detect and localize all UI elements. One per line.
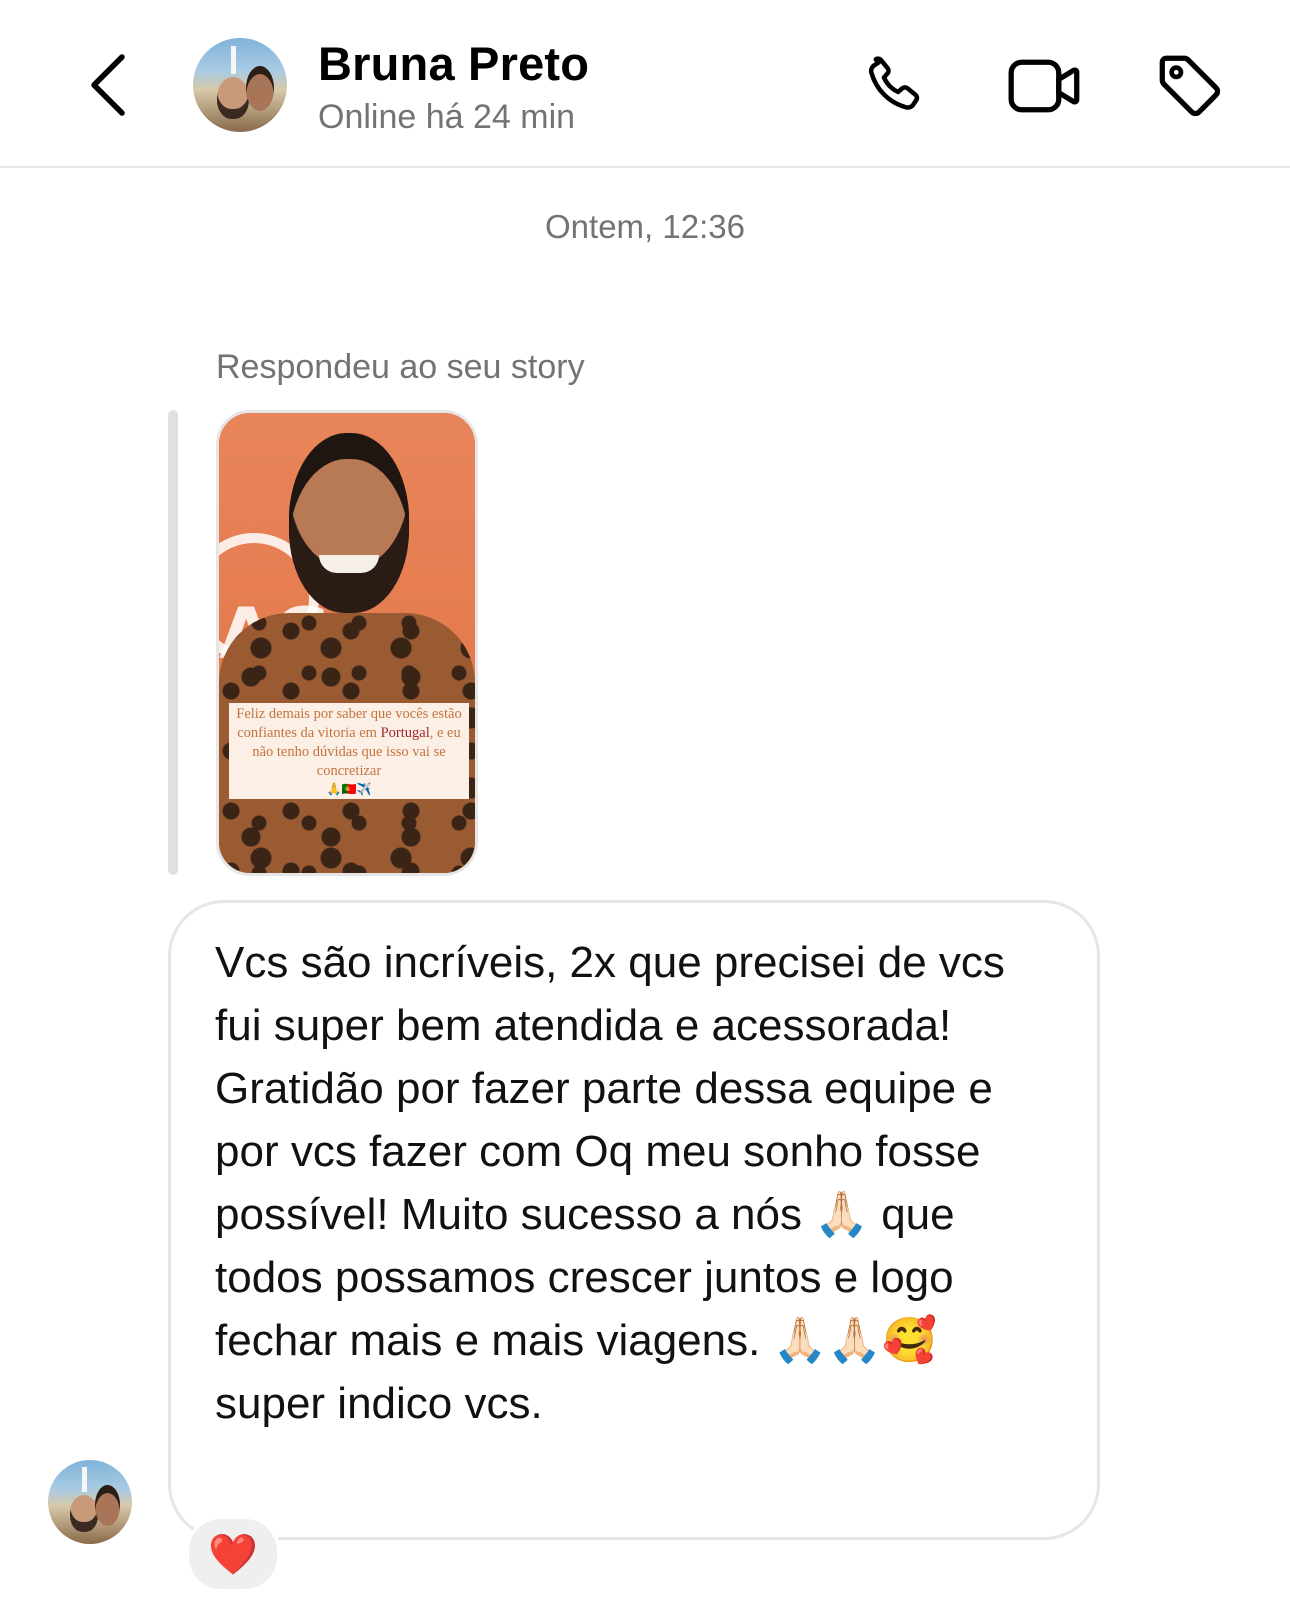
story-caption-emojis: 🙏🇵🇹✈️ xyxy=(326,782,372,796)
contact-avatar[interactable] xyxy=(193,38,287,132)
video-call-button[interactable] xyxy=(1005,46,1085,126)
story-thumbnail[interactable]: AG Feliz demais por saber que vocês estã… xyxy=(216,410,478,876)
heart-icon: ❤️ xyxy=(208,1532,258,1577)
heart-reaction[interactable]: ❤️ xyxy=(186,1516,280,1592)
story-caption: Feliz demais por saber que vocês estão c… xyxy=(229,703,469,799)
message-text: Vcs são incríveis, 2x que precisei de vc… xyxy=(215,938,1005,1428)
chevron-left-icon xyxy=(91,54,125,116)
message-bubble[interactable]: Vcs são incríveis, 2x que precisei de vc… xyxy=(168,900,1100,1540)
story-caption-highlight: Portugal xyxy=(380,725,430,741)
story-reply-label: Respondeu ao seu story xyxy=(216,348,585,386)
video-icon xyxy=(1008,59,1080,113)
contact-status: Online há 24 min xyxy=(318,98,576,136)
label-button[interactable] xyxy=(1150,46,1230,126)
reply-indicator-bar xyxy=(168,410,178,875)
phone-icon xyxy=(868,56,920,110)
call-button[interactable] xyxy=(855,46,935,126)
message-timestamp: Ontem, 12:36 xyxy=(545,208,745,245)
back-button[interactable] xyxy=(80,50,136,120)
chat-header: Bruna Preto Online há 24 min xyxy=(0,0,1290,168)
contact-name[interactable]: Bruna Preto xyxy=(318,36,589,91)
tag-icon xyxy=(1159,55,1221,117)
sender-avatar[interactable] xyxy=(48,1460,132,1544)
